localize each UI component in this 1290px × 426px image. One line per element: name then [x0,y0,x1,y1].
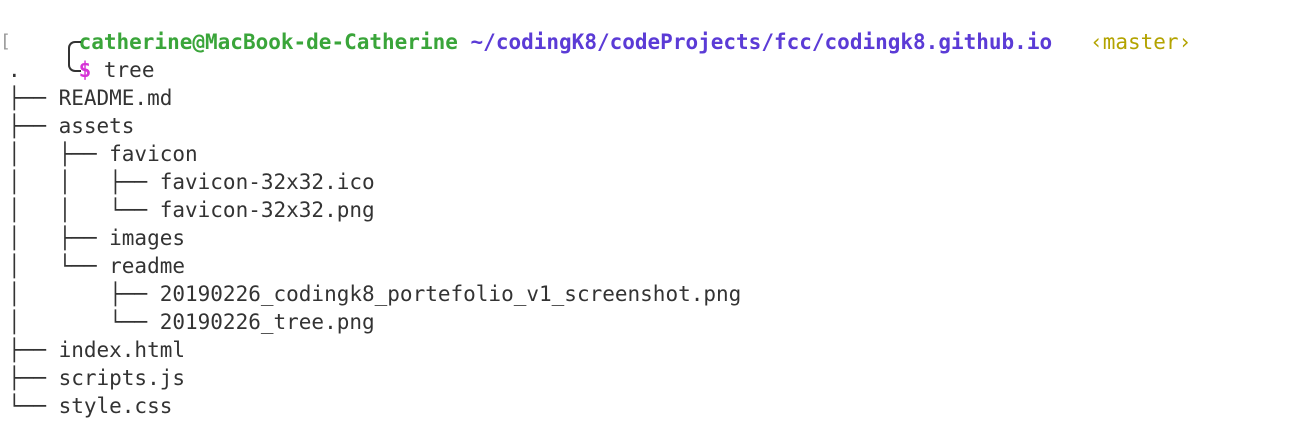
tree-output-line: ├── index.html [8,338,186,362]
tree-output-line: │ ├── favicon [8,142,198,166]
tree-output-line: │ └── 20190226_tree.png [8,310,375,334]
tree-output-line: ├── assets [8,114,135,138]
prompt-line: catherine@MacBook-de-Catherine ~/codingK… [8,0,1283,58]
tree-output-line: │ │ └── favicon-32x32.png [8,198,375,222]
tree-output-line: │ └── readme [8,254,186,278]
command-line: [$ tree [0,28,1283,82]
tree-output-line: ├── README.md [8,86,173,110]
tree-output-line: │ ├── 20190226_codingk8_portefolio_v1_sc… [8,282,742,306]
tree-output-line: │ │ ├── favicon-32x32.ico [8,170,375,194]
tree-output-line: . [8,58,21,82]
prompt-bracket: [ [0,31,11,52]
terminal-window[interactable]: catherine@MacBook-de-Catherine ~/codingK… [0,0,1283,420]
tree-output-line: ├── scripts.js [8,366,186,390]
tree-output-line: │ ├── images [8,226,186,250]
tree-output-line: └── style.css [8,394,173,418]
